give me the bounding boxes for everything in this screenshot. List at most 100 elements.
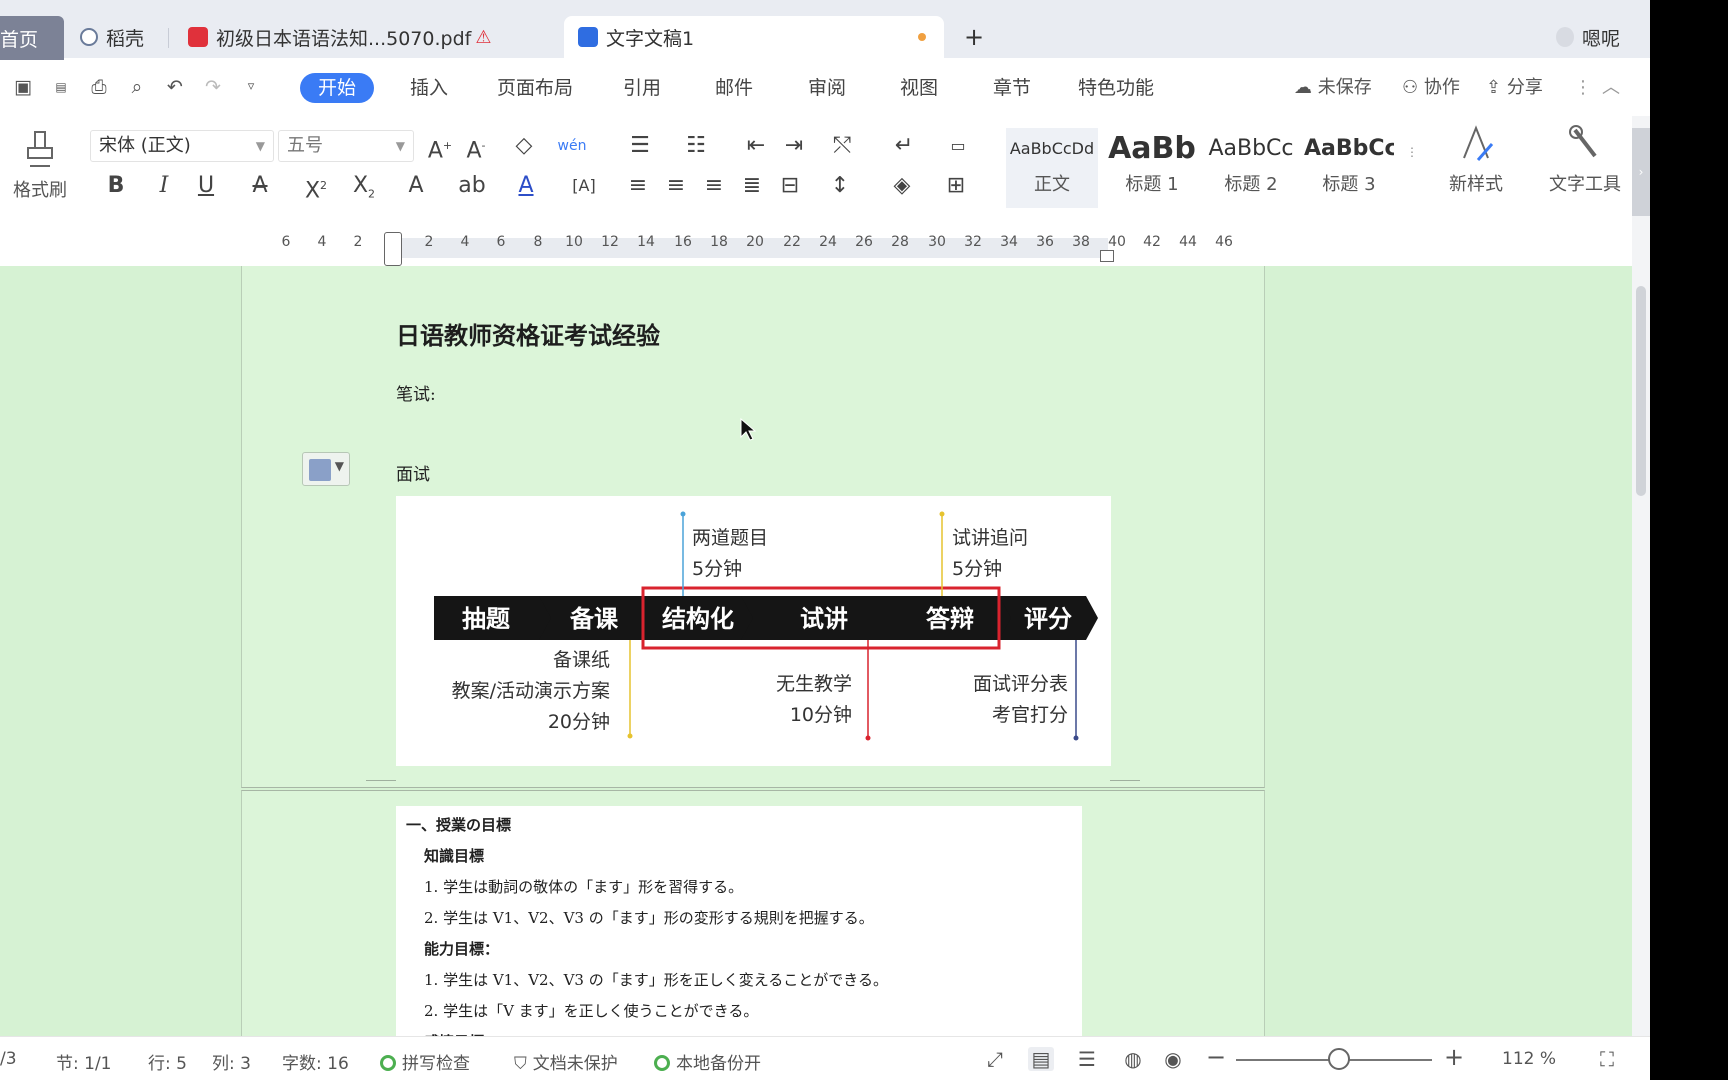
italic-icon[interactable]: I [148,170,180,202]
font-name-select[interactable]: 宋体 (正文) ▼ [90,130,274,162]
export-pdf-icon[interactable]: ▤ [48,74,74,100]
chevron-down-icon: ▼ [395,139,405,153]
zoom-out-button[interactable]: − [1206,1043,1226,1071]
menu-chapter[interactable]: 章节 [993,74,1031,102]
bullet-list-icon[interactable]: ☰ [624,130,656,162]
menu-review[interactable]: 审阅 [808,74,846,102]
menu-insert[interactable]: 插入 [410,74,448,102]
ruler-number: 44 [1179,234,1197,250]
menu-home[interactable]: 开始 [300,73,375,103]
tab-document[interactable]: 文字文稿1 [564,16,944,58]
outline-view-icon[interactable]: ☰ [1074,1047,1100,1071]
table-tool-icon[interactable]: ▭ [942,130,974,162]
lesson-plan-image[interactable]: 一、授業の目標 知識目標 1. 学生は動詞の敬体の「ます」形を習得する。 2. 学生は… [396,806,1082,1036]
new-style-button[interactable]: 新样式 [1436,124,1516,196]
document-canvas[interactable]: 日语教师资格证考试经验 笔试: ▼ 面试 抽题 备课 结构化 试讲 答辩 评分 … [0,266,1632,1036]
tab-daoke[interactable]: 稻壳 [80,16,144,58]
customize-toolbar-icon[interactable]: ▿ [238,74,264,100]
justify-icon[interactable]: ≣ [736,170,768,202]
menu-view[interactable]: 视图 [900,74,938,102]
border-icon[interactable]: ⊞ [940,170,972,202]
strikethrough-icon[interactable]: A [244,170,276,202]
page-count[interactable]: /3 [0,1049,17,1069]
superscript-icon[interactable]: X2 [300,170,332,203]
style-normal[interactable]: AaBbCcDd 正文 [1006,128,1098,208]
increase-indent-icon[interactable]: ⇥ [778,130,810,162]
zoom-in-button[interactable]: + [1444,1043,1464,1071]
paragraph-mark-icon[interactable]: ↵ [888,130,920,162]
eye-protection-icon[interactable]: ◉ [1160,1047,1186,1071]
menu-mail[interactable]: 邮件 [715,74,753,102]
styles-scroll-icon[interactable]: ⋮ [1396,136,1428,168]
vertical-scrollbar[interactable] [1632,116,1650,1036]
zoom-slider-thumb[interactable] [1328,1048,1350,1070]
undo-icon[interactable]: ↶ [162,74,188,100]
chinese-layout-icon[interactable]: ⤲ [826,130,858,162]
ribbon-home: 格式刷 宋体 (正文) ▼ 五号 ▼ A+ A- ◇ wén B I U A X… [0,116,1630,218]
font-color-icon[interactable]: A [510,170,542,202]
chevron-down-icon: ▼ [334,459,344,473]
web-view-icon[interactable]: ◍ [1120,1047,1146,1071]
char-border-icon[interactable]: [A] [568,170,600,202]
format-painter-button[interactable]: 格式刷 [10,130,70,202]
spell-check-button[interactable]: 拼写检查 [380,1049,470,1074]
decrease-indent-icon[interactable]: ⇤ [740,130,772,162]
numbered-list-icon[interactable]: ☷ [680,130,712,162]
scrollbar-thumb[interactable] [1636,286,1646,496]
indent-marker-icon[interactable] [384,232,402,266]
align-right-icon[interactable]: ≡ [698,170,730,202]
ruler-number: 40 [1108,234,1126,250]
style-heading-1[interactable]: AaBb 标题 1 [1108,128,1196,208]
print-icon[interactable]: ⎙ [86,74,112,100]
new-tab-button[interactable]: + [964,16,984,58]
local-backup-button[interactable]: 本地备份开 [654,1049,761,1074]
right-indent-marker-icon[interactable] [1100,250,1114,262]
interview-flow-diagram[interactable]: 抽题 备课 结构化 试讲 答辩 评分 两道题目 5分钟 试讲追问 5分钟 备课纸… [396,496,1111,766]
text-effect-icon[interactable]: A [400,170,432,202]
align-left-icon[interactable]: ≡ [622,170,654,202]
document-protection-button[interactable]: ⛉ 文档未保护 [514,1049,618,1074]
unsaved-button[interactable]: ☁ 未保存 [1294,74,1372,102]
align-center-icon[interactable]: ≡ [660,170,692,202]
tab-pdf[interactable]: 初级日本语语法知...5070.pdf ⚠ [188,16,491,58]
phonetic-guide-icon[interactable]: wén [556,130,588,162]
clear-format-icon[interactable]: ◇ [508,130,540,162]
user-account[interactable]: 嗯呢 [1556,16,1620,58]
new-style-label: 新样式 [1449,174,1503,195]
fullscreen-icon[interactable]: ⤢ [982,1047,1008,1071]
subscript-icon[interactable]: X2 [348,170,380,202]
tab-home[interactable]: 首页 [0,16,64,60]
menu-page-layout[interactable]: 页面布局 [497,74,573,102]
collaborate-button[interactable]: ⚇ 协作 [1402,74,1460,102]
more-icon[interactable]: ⋮ [1574,74,1592,102]
redo-icon[interactable]: ↷ [200,74,226,100]
zoom-level[interactable]: 112 % [1502,1049,1556,1069]
highlight-icon[interactable]: ab [456,170,488,202]
style-heading-2[interactable]: AaBbCc 标题 2 [1206,128,1296,208]
side-panel-toggle[interactable]: › [1632,128,1650,216]
page-view-icon[interactable]: ▤ [1028,1047,1054,1071]
distribute-icon[interactable]: ⊟ [774,170,806,202]
fit-window-icon[interactable]: ⛶ [1594,1047,1620,1071]
shading-icon[interactable]: ◈ [886,170,918,202]
text-tools-button[interactable]: 文字工具 [1540,124,1630,196]
collapse-ribbon-icon[interactable]: ︿ [1602,74,1620,102]
increase-font-icon[interactable]: A+ [424,130,456,163]
user-name: 嗯呢 [1582,27,1621,50]
style-heading-3[interactable]: AaBbCc 标题 3 [1304,128,1394,208]
word-count[interactable]: 字数: 16 [282,1049,349,1074]
horizontal-ruler[interactable]: 6 4 2 2 4 6 8 10 12 14 16 18 20 22 24 26 28 30 32 34 36 38 40 4… [0,220,1632,266]
underline-icon[interactable]: U [190,170,222,202]
font-size-select[interactable]: 五号 ▼ [278,130,414,162]
print-preview-icon[interactable]: ⌕ [124,74,150,100]
bold-icon[interactable]: B [100,170,132,202]
menu-references[interactable]: 引用 [623,74,661,102]
save-icon[interactable]: ▣ [10,74,36,100]
menu-features[interactable]: 特色功能 [1078,74,1154,102]
decrease-font-icon[interactable]: A- [460,130,492,163]
paragraph-layout-button[interactable]: ▼ [302,452,350,486]
line-spacing-icon[interactable]: ↕ [824,170,856,202]
share-button[interactable]: ⇪ 分享 [1486,74,1543,102]
unsaved-dot-icon [918,33,926,41]
style-normal-label: 正文 [1034,174,1070,195]
